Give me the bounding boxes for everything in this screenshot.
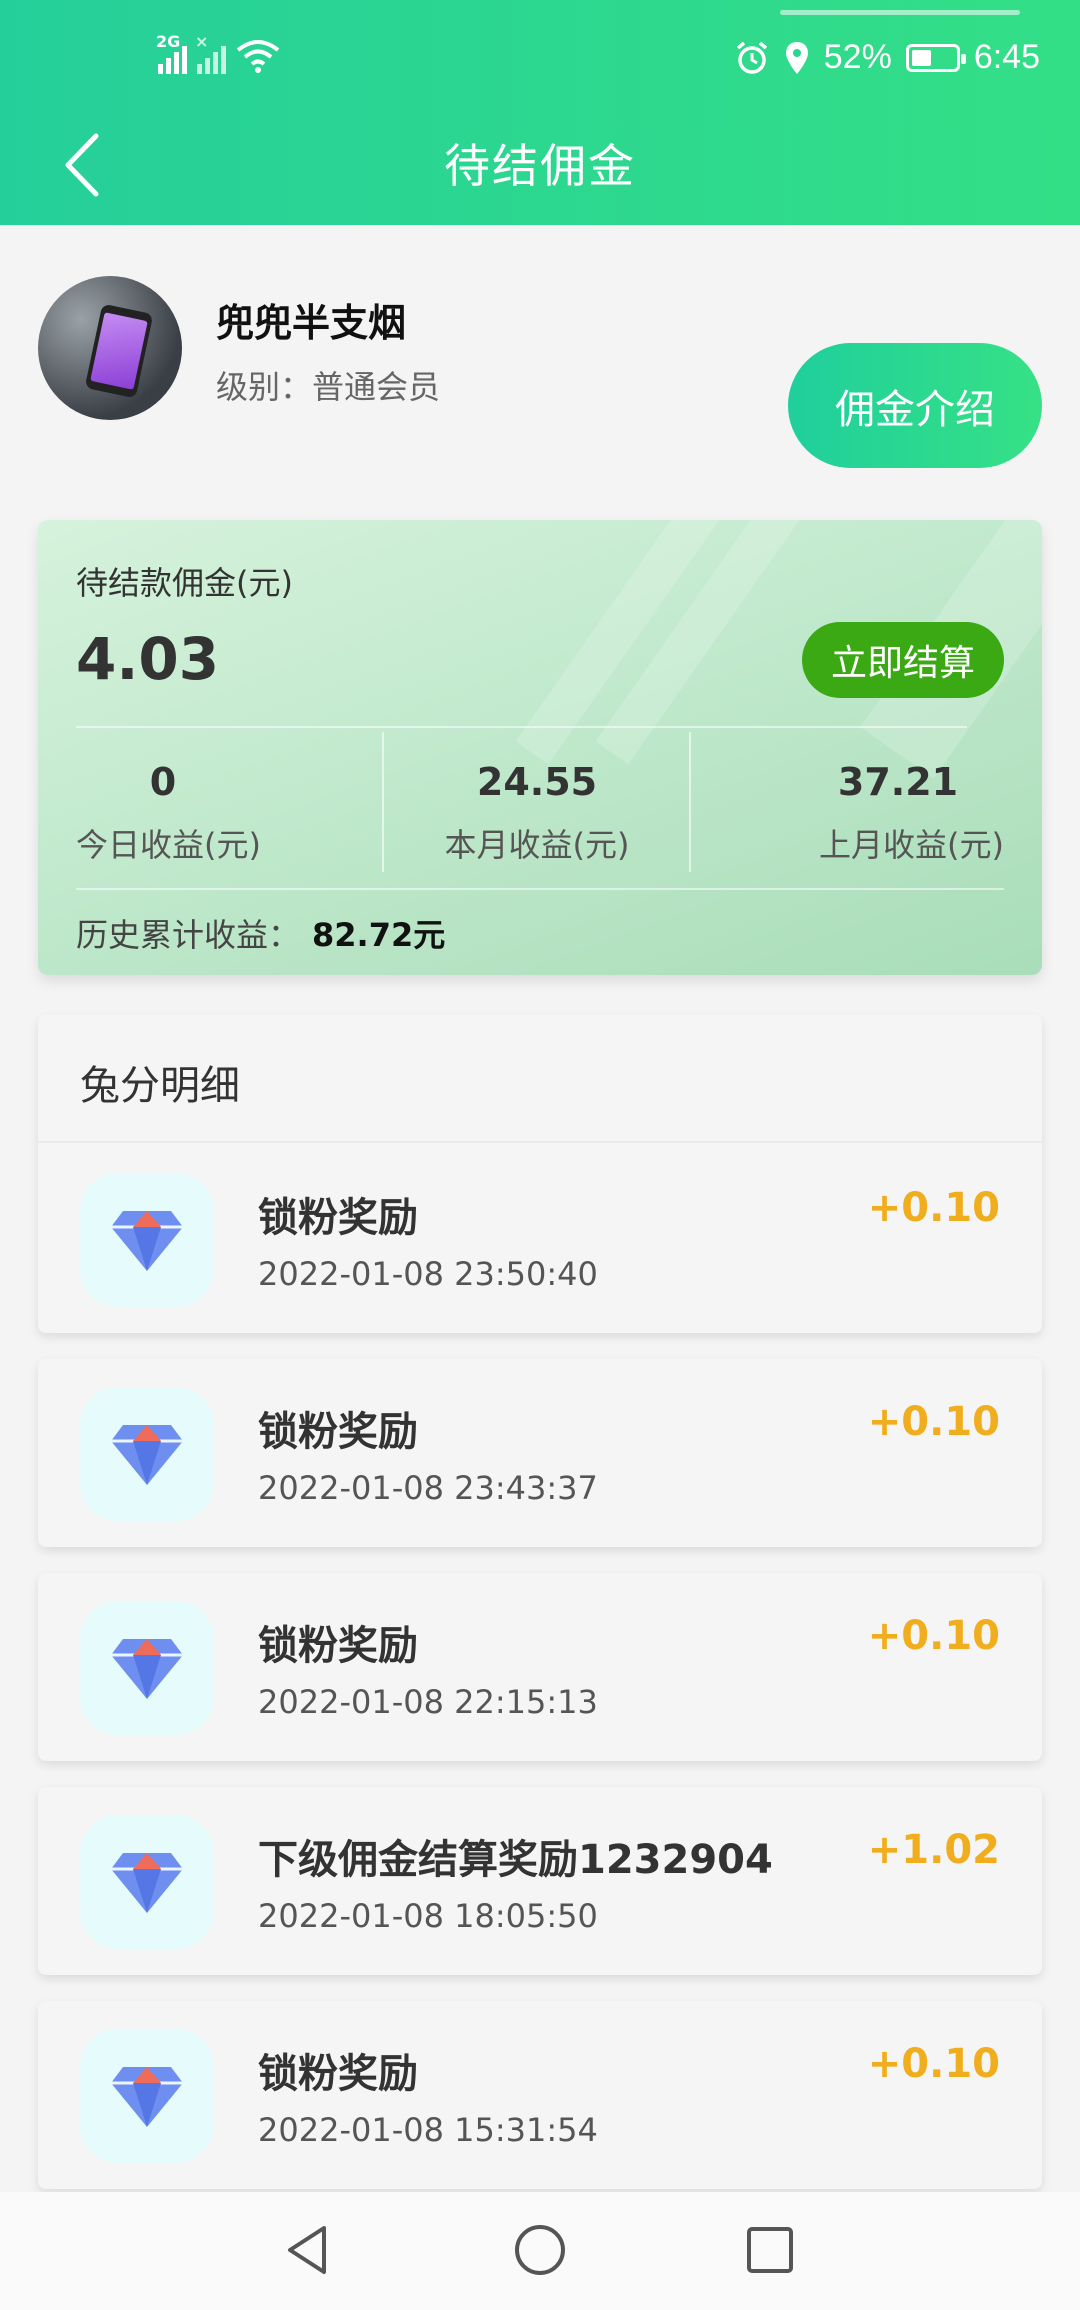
- system-nav-bar: [0, 2192, 1080, 2310]
- list-item[interactable]: 锁粉奖励 2022-01-08 15:31:54 +0.10: [38, 2001, 1042, 2189]
- stat-value: 24.55: [476, 760, 598, 804]
- top-indicator: [780, 10, 1020, 15]
- diamond-icon: [80, 2029, 214, 2163]
- pending-value: 4.03: [76, 625, 220, 693]
- item-title: 锁粉奖励: [258, 1409, 418, 1455]
- stat-last-month: 37.21 上月收益(元): [691, 738, 1004, 878]
- stat-label: 今日收益(元): [76, 826, 261, 864]
- network-type-label: 2G: [156, 32, 181, 51]
- item-title: 锁粉奖励: [258, 1195, 418, 1241]
- commission-intro-button[interactable]: 佣金介绍: [788, 343, 1042, 468]
- diamond-icon: [80, 1601, 214, 1735]
- history-label: 历史累计收益：: [76, 916, 301, 954]
- signal-icon: 2G: [156, 32, 187, 74]
- nav-recents-icon[interactable]: [740, 2220, 800, 2280]
- nav-home-icon[interactable]: [510, 2220, 570, 2280]
- item-time: 2022-01-08 15:31:54: [258, 2111, 598, 2149]
- stat-value: 37.21: [837, 760, 959, 804]
- item-time: 2022-01-08 18:05:50: [258, 1897, 598, 1935]
- divider: [76, 726, 967, 728]
- wifi-icon: [236, 40, 280, 73]
- item-time: 2022-01-08 23:43:37: [258, 1469, 598, 1507]
- history-earnings: 历史累计收益： 82.72元: [76, 910, 445, 956]
- page-title: 待结佣金: [444, 139, 636, 193]
- diamond-icon: [80, 1387, 214, 1521]
- signal-off-icon: ×: [195, 32, 226, 74]
- diamond-icon: [80, 1815, 214, 1949]
- member-level: 级别：普通会员: [216, 368, 441, 406]
- stat-today: 0 今日收益(元): [38, 738, 358, 878]
- avatar[interactable]: [38, 276, 182, 420]
- divider: [38, 1141, 1042, 1143]
- location-icon: [785, 41, 808, 74]
- item-time: 2022-01-08 23:50:40: [258, 1255, 598, 1293]
- battery-percent: 52%: [823, 38, 892, 76]
- item-time: 2022-01-08 22:15:13: [258, 1683, 598, 1721]
- settle-now-button[interactable]: 立即结算: [802, 622, 1004, 698]
- list-item[interactable]: 锁粉奖励 2022-01-08 22:15:13 +0.10: [38, 1573, 1042, 1761]
- item-title: 锁粉奖励: [258, 2051, 418, 2097]
- stat-label: 本月收益(元): [444, 826, 630, 864]
- item-amount: +0.10: [867, 1613, 1000, 1659]
- pending-label: 待结款佣金(元): [76, 564, 293, 602]
- status-time: 6:45: [973, 38, 1040, 76]
- section-title: 兔分明细: [80, 1063, 240, 1109]
- battery-icon: [905, 43, 966, 72]
- commission-summary-card: 待结款佣金(元) 4.03 立即结算 0 今日收益(元) 24.55 本月收益(…: [38, 520, 1042, 975]
- alarm-icon: [736, 41, 767, 74]
- app-header: 2G × 52% 6:45 待结佣金: [0, 0, 1080, 225]
- list-item[interactable]: 锁粉奖励 2022-01-08 23:50:40 +0.10: [38, 1145, 1042, 1333]
- item-amount: +0.10: [867, 2041, 1000, 2087]
- status-bar: 2G × 52% 6:45: [0, 32, 1080, 88]
- list-item[interactable]: 下级佣金结算奖励1232904 2022-01-08 18:05:50 +1.0…: [38, 1787, 1042, 1975]
- item-amount: +0.10: [867, 1399, 1000, 1445]
- stat-this-month: 24.55 本月收益(元): [384, 738, 690, 878]
- item-amount: +0.10: [867, 1185, 1000, 1231]
- stat-label: 上月收益(元): [819, 826, 1004, 864]
- list-item[interactable]: 锁粉奖励 2022-01-08 23:43:37 +0.10: [38, 1359, 1042, 1547]
- username: 兜兜半支烟: [216, 301, 407, 345]
- stat-value: 0: [149, 760, 177, 804]
- diamond-icon: [80, 1173, 214, 1307]
- item-title: 下级佣金结算奖励1232904: [258, 1837, 773, 1883]
- divider: [76, 888, 1004, 890]
- nav-back-icon[interactable]: [278, 2220, 338, 2280]
- item-title: 锁粉奖励: [258, 1623, 418, 1669]
- history-value: 82.72元: [312, 916, 446, 954]
- item-amount: +1.02: [867, 1827, 1000, 1873]
